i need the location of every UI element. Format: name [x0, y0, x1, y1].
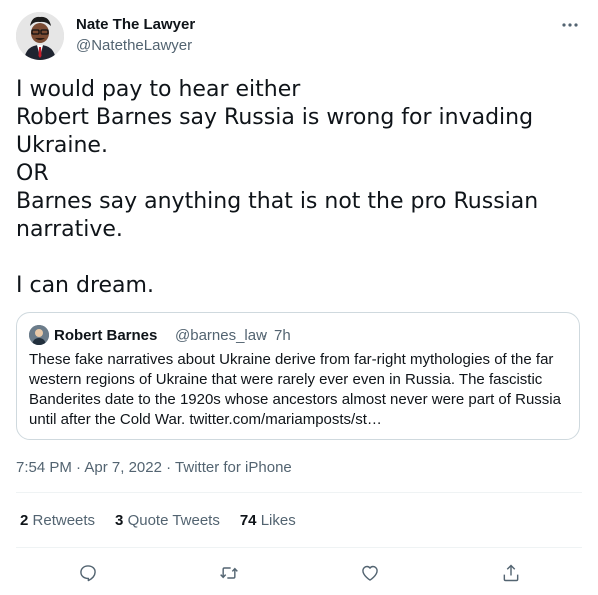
tweet-source[interactable]: Twitter for iPhone: [175, 459, 292, 476]
tweet-meta: 7:54 PM · Apr 7, 2022 · Twitter for iPho…: [16, 459, 292, 476]
like-button[interactable]: [355, 558, 385, 588]
tweet-text-line: [16, 244, 576, 272]
retweets-label: Retweets: [32, 512, 96, 529]
meta-separator: ·: [76, 459, 82, 476]
divider: [16, 492, 582, 493]
quote-tweets-count: 3: [115, 512, 124, 529]
more-horizontal-icon: [562, 23, 578, 27]
more-options-button[interactable]: [560, 15, 580, 35]
tweet-text-line: I would pay to hear either: [16, 77, 301, 102]
quote-tweets-stat[interactable]: 3 Quote Tweets: [115, 512, 220, 529]
reply-button[interactable]: [73, 558, 103, 588]
tweet-actions: [0, 558, 598, 588]
share-button[interactable]: [496, 558, 526, 588]
quoted-tweet-card[interactable]: Robert Barnes @barnes_law · 7h These fak…: [16, 312, 580, 440]
tweet-text-line: Robert Barnes say Russia is wrong for in…: [16, 105, 534, 130]
author-avatar[interactable]: [16, 12, 64, 60]
author-avatar-image: [16, 12, 64, 60]
heart-icon: [362, 565, 378, 581]
quoted-tweet-text: These fake narratives about Ukraine deri…: [29, 351, 561, 428]
quote-tweets-label: Quote Tweets: [127, 512, 220, 529]
quoted-author-name: Robert Barnes: [54, 327, 158, 344]
tweet-stats: 2 Retweets 3 Quote Tweets 74 Likes: [20, 512, 296, 529]
tweet-text-line: I can dream.: [16, 273, 154, 298]
tweet-text: I would pay to hear either Robert Barnes…: [16, 76, 576, 300]
tweet-text-line: OR: [16, 161, 49, 186]
quoted-author-avatar: [29, 325, 49, 345]
tweet-text-line: narrative.: [16, 217, 123, 242]
reply-icon: [80, 565, 96, 582]
quoted-author-handle: @barnes_law: [175, 327, 267, 344]
likes-count: 74: [239, 512, 257, 529]
author-name[interactable]: Nate The Lawyer: [76, 16, 195, 33]
quoted-author-avatar-image: [29, 325, 49, 345]
retweets-stat[interactable]: 2 Retweets: [20, 512, 95, 529]
divider: [16, 547, 582, 548]
tweet-detail: Nate The Lawyer @NatetheLawyer I would p…: [0, 0, 598, 595]
likes-label: Likes: [260, 512, 296, 529]
quoted-timestamp: 7h: [274, 327, 291, 344]
retweet-icon: [220, 567, 238, 579]
tweet-text-line: Ukraine.: [16, 133, 108, 158]
author-handle[interactable]: @NatetheLawyer: [76, 37, 192, 54]
retweets-count: 2: [20, 512, 29, 529]
meta-separator: ·: [166, 459, 172, 476]
retweet-button[interactable]: [214, 558, 244, 588]
share-icon: [503, 564, 519, 582]
tweet-time[interactable]: 7:54 PM: [16, 459, 72, 476]
quoted-separator: ·: [262, 327, 267, 344]
likes-stat[interactable]: 74 Likes: [240, 512, 296, 529]
tweet-date[interactable]: Apr 7, 2022: [84, 459, 162, 476]
tweet-text-line: Barnes say anything that is not the pro …: [16, 189, 539, 214]
